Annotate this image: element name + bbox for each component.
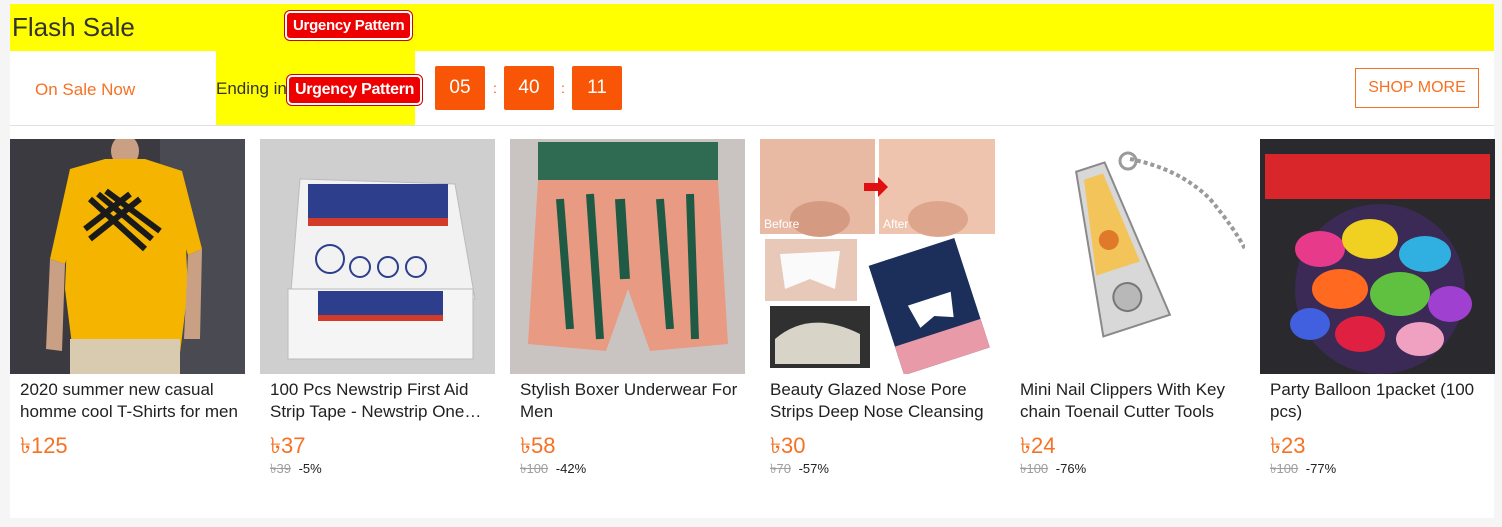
product-original-price-row: ৳100 -42%	[520, 460, 586, 481]
product-name[interactable]: Party Balloon 1packet (100 pcs)	[1270, 379, 1490, 423]
product-original-price-row: ৳70 -57%	[770, 460, 829, 481]
product-original-price-row: ৳100 -76%	[1020, 460, 1086, 481]
flash-sale-subheader: On Sale Now Ending in Urgency Pattern 05…	[10, 51, 1494, 126]
product-original-price: ৳39	[270, 461, 291, 476]
product-name[interactable]: Beauty Glazed Nose Pore Strips Deep Nose…	[770, 379, 990, 423]
product-image-yellow-tshirt[interactable]	[10, 139, 245, 374]
product-image-party-balloons[interactable]	[1260, 139, 1495, 374]
flash-sale-panel: Flash Sale Urgency Pattern On Sale Now E…	[10, 4, 1495, 518]
product-card[interactable]: Stylish Boxer Underwear For Men ৳58 ৳100…	[510, 139, 745, 509]
product-discount: -77%	[1305, 461, 1337, 476]
product-image-newstrip-box[interactable]	[260, 139, 495, 374]
product-original-price: ৳70	[770, 461, 791, 476]
ending-in-container: Ending in Urgency Pattern	[216, 51, 423, 125]
after-label: After	[883, 217, 908, 231]
product-card[interactable]: Mini Nail Clippers With Key chain Toenai…	[1010, 139, 1245, 509]
urgency-pattern-badge: Urgency Pattern	[285, 11, 413, 40]
product-discount: -57%	[798, 461, 829, 476]
product-card[interactable]: 2020 summer new casual homme cool T-Shir…	[10, 139, 245, 509]
before-label: Before	[764, 217, 800, 231]
product-image-nail-clipper[interactable]	[1010, 139, 1245, 374]
product-original-price: ৳100	[1020, 461, 1049, 476]
product-name[interactable]: Mini Nail Clippers With Key chain Toenai…	[1020, 379, 1240, 423]
timer-seconds: 11	[572, 66, 622, 110]
product-image-nose-strips[interactable]: Before After	[760, 139, 995, 374]
product-discount: -76%	[1055, 461, 1087, 476]
ending-in-label: Ending in	[216, 79, 287, 98]
product-discount: -5%	[298, 461, 322, 476]
urgency-pattern-badge-timer: Urgency Pattern	[287, 75, 423, 105]
product-original-price-row: ৳39 -5%	[270, 460, 322, 481]
timer-hours: 05	[435, 66, 485, 110]
product-name[interactable]: 100 Pcs Newstrip First Aid Strip Tape - …	[270, 379, 490, 423]
product-original-price: ৳100	[520, 461, 549, 476]
timer-separator: :	[561, 80, 565, 96]
timer-separator: :	[493, 80, 497, 96]
timer-minutes: 40	[504, 66, 554, 110]
product-price: ৳125	[20, 433, 68, 458]
product-discount: -42%	[555, 461, 587, 476]
product-image-boxer-underwear[interactable]	[510, 139, 745, 374]
shop-more-button[interactable]: SHOP MORE	[1355, 68, 1479, 108]
product-card[interactable]: Party Balloon 1packet (100 pcs) ৳23 ৳100…	[1260, 139, 1495, 509]
product-card[interactable]: Before After Beauty Glazed Nose Pore Str…	[760, 139, 995, 509]
on-sale-now-label: On Sale Now	[35, 80, 136, 99]
product-name[interactable]: Stylish Boxer Underwear For Men	[520, 379, 740, 423]
flash-sale-title: Flash Sale	[12, 12, 135, 42]
product-original-price: ৳100	[1270, 461, 1299, 476]
product-card[interactable]: 100 Pcs Newstrip First Aid Strip Tape - …	[260, 139, 495, 509]
product-name[interactable]: 2020 summer new casual homme cool T-Shir…	[20, 379, 240, 423]
flash-sale-header: Flash Sale Urgency Pattern	[10, 4, 1494, 51]
product-original-price-row: ৳100 -77%	[1270, 460, 1336, 481]
